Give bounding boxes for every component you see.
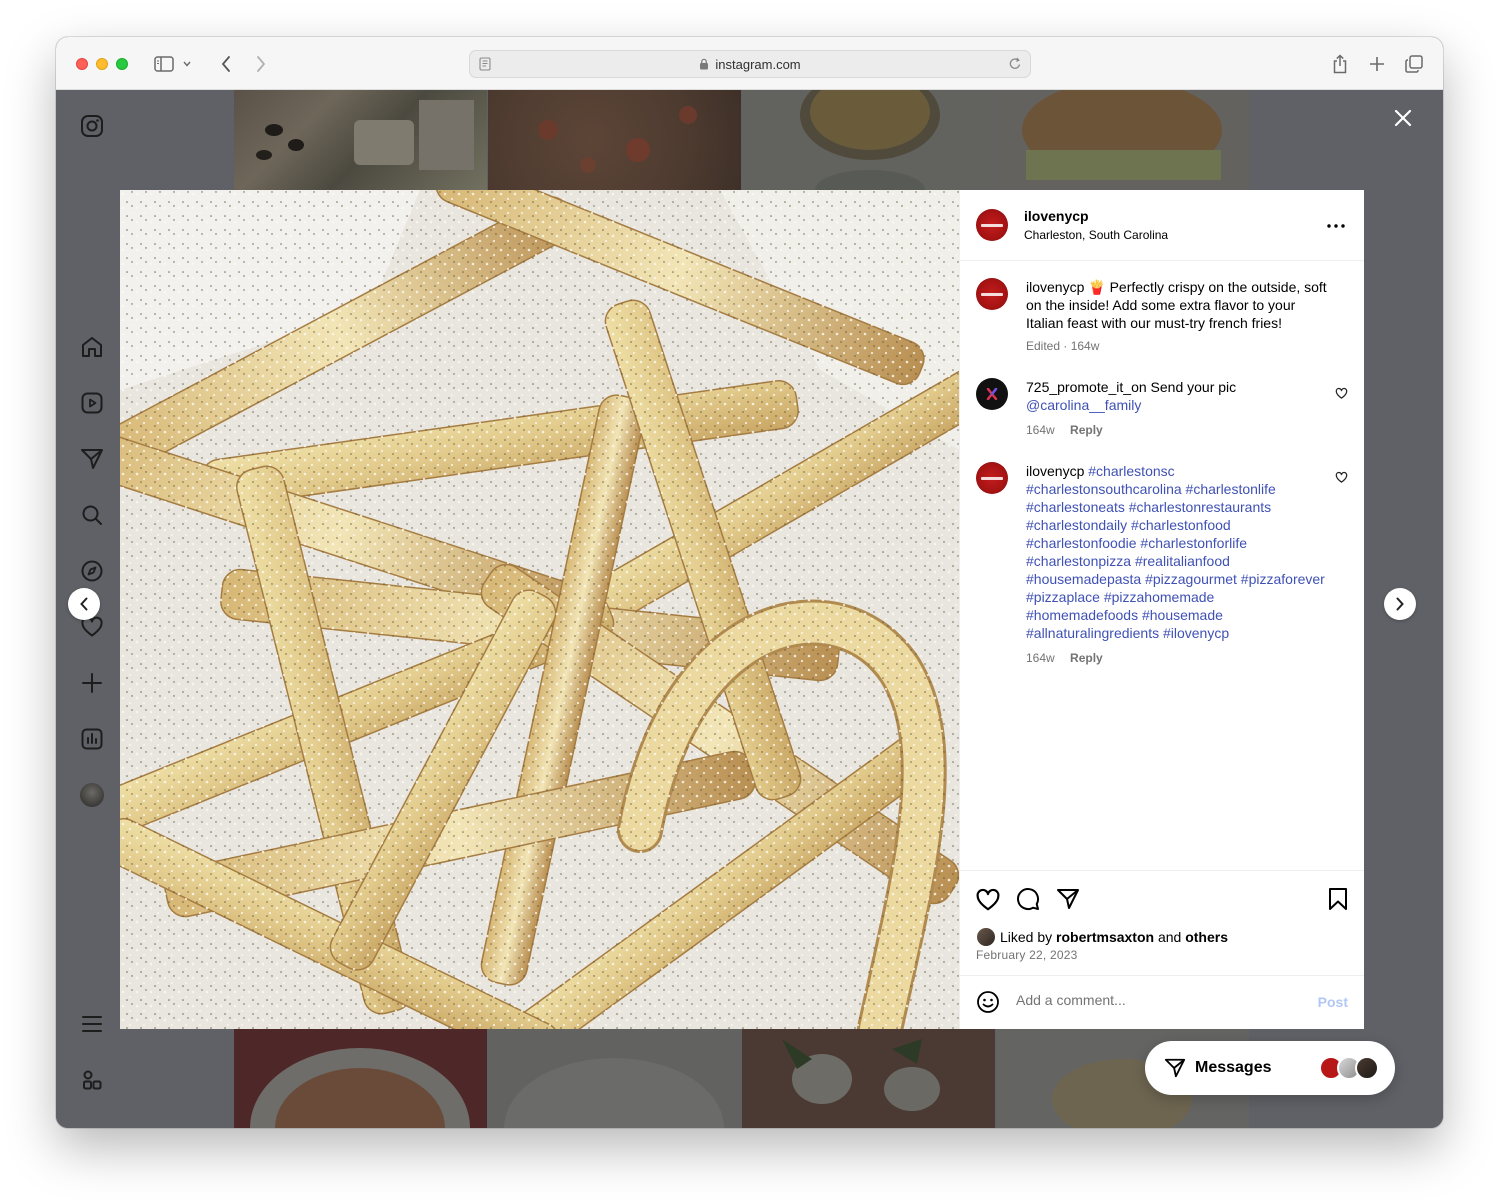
- chevron-down-icon[interactable]: [180, 52, 194, 76]
- close-window-button[interactable]: [76, 58, 88, 70]
- like-comment-heart-icon[interactable]: [1334, 386, 1348, 400]
- explore-compass-icon[interactable]: [78, 557, 106, 585]
- post-modal: ilovenycp Charleston, South Carolina ilo…: [120, 190, 1364, 1029]
- comment-age: 164w: [1026, 651, 1055, 665]
- messages-label: Messages: [1195, 1059, 1272, 1076]
- author-username[interactable]: ilovenycp: [1024, 208, 1168, 224]
- messages-send-icon: [1163, 1056, 1187, 1080]
- reply-button[interactable]: Reply: [1070, 423, 1103, 437]
- instagram-page: ilovenycp Charleston, South Carolina ilo…: [56, 90, 1443, 1128]
- lock-icon: [699, 58, 709, 70]
- address-bar[interactable]: instagram.com: [469, 50, 1031, 78]
- commenter-username[interactable]: ilovenycp: [1026, 463, 1084, 479]
- home-icon[interactable]: [78, 333, 106, 361]
- more-options-icon[interactable]: [1324, 216, 1348, 236]
- caption-username[interactable]: ilovenycp: [1026, 279, 1084, 295]
- likes-middle: and: [1157, 929, 1182, 945]
- direct-send-icon[interactable]: [78, 445, 106, 473]
- caption-meta: Edited · 164w: [1026, 339, 1100, 353]
- liker-username[interactable]: robertmsaxton: [1056, 929, 1154, 945]
- new-tab-icon[interactable]: [1365, 52, 1389, 76]
- commenter-username[interactable]: 725_promote_it_on: [1026, 379, 1147, 395]
- post-comment-button[interactable]: Post: [1318, 994, 1348, 1010]
- close-icon[interactable]: [1391, 106, 1415, 130]
- likes-prefix: Liked by: [1000, 929, 1053, 945]
- share-icon[interactable]: [1328, 52, 1352, 76]
- liker-avatar[interactable]: [976, 927, 996, 947]
- share-send-icon[interactable]: [1054, 885, 1082, 913]
- commenter-avatar[interactable]: [976, 378, 1008, 410]
- grid-post-image: [488, 1029, 741, 1128]
- instagram-logo-icon[interactable]: [78, 112, 106, 140]
- grid-post-image: [742, 90, 995, 190]
- forward-arrow-icon[interactable]: [249, 52, 273, 76]
- zoom-window-button[interactable]: [116, 58, 128, 70]
- author-avatar[interactable]: [976, 209, 1008, 241]
- emoji-smiley-icon[interactable]: [976, 990, 1000, 1014]
- sidebar-toggle-icon[interactable]: [152, 52, 176, 76]
- url-text: instagram.com: [715, 56, 801, 72]
- search-icon[interactable]: [78, 501, 106, 529]
- add-comment-bar: Post: [960, 976, 1364, 1029]
- like-comment-heart-icon[interactable]: [1334, 470, 1348, 484]
- reply-button[interactable]: Reply: [1070, 651, 1103, 665]
- comment-bubble-icon[interactable]: [1014, 885, 1042, 913]
- post-header: ilovenycp Charleston, South Carolina: [960, 190, 1364, 261]
- messages-button[interactable]: Messages: [1145, 1041, 1395, 1095]
- comment-meta: 164w Reply: [1026, 423, 1103, 437]
- post-photo-french-fries: [120, 190, 959, 1029]
- tab-overview-icon[interactable]: [1402, 52, 1426, 76]
- fries-emoji: 🍟: [1088, 279, 1106, 295]
- comment-text: ilovenycp #charlestonsc #charlestonsouth…: [1026, 462, 1326, 642]
- comment-meta: 164w Reply: [1026, 651, 1103, 665]
- caption-text: ilovenycp 🍟 Perfectly crispy on the outs…: [1026, 278, 1336, 332]
- create-plus-icon[interactable]: [78, 669, 106, 697]
- save-bookmark-icon[interactable]: [1324, 885, 1352, 913]
- comment-body: Send your pic: [1150, 379, 1237, 395]
- post-details-panel: ilovenycp Charleston, South Carolina ilo…: [959, 190, 1364, 1029]
- grid-post-image: [742, 1029, 995, 1128]
- back-arrow-icon[interactable]: [214, 52, 238, 76]
- previous-post-arrow-icon[interactable]: [68, 588, 100, 620]
- caption-author-avatar[interactable]: [976, 278, 1008, 310]
- likes-summary: Liked by robertmsaxton and others: [976, 927, 1228, 947]
- browser-window: instagram.com ilovenycp Charleston, Sout…: [56, 37, 1443, 1128]
- grid-post-image: [996, 90, 1249, 190]
- post-location[interactable]: Charleston, South Carolina: [1024, 228, 1168, 242]
- comment-age: 164w: [1026, 423, 1055, 437]
- message-avatars: [1319, 1056, 1379, 1080]
- comment-text: 725_promote_it_on Send your pic @carolin…: [1026, 378, 1336, 414]
- next-post-arrow-icon[interactable]: [1384, 588, 1416, 620]
- page-icon[interactable]: [479, 57, 491, 74]
- comment-item: 725_promote_it_on Send your pic @carolin…: [976, 378, 1348, 438]
- minimize-window-button[interactable]: [96, 58, 108, 70]
- commenter-avatar[interactable]: [976, 462, 1008, 494]
- post-date[interactable]: February 22, 2023: [976, 948, 1077, 962]
- post-caption: ilovenycp 🍟 Perfectly crispy on the outs…: [976, 278, 1348, 358]
- browser-toolbar: instagram.com: [56, 37, 1443, 90]
- comment-mention-link[interactable]: @carolina__family: [1026, 397, 1141, 413]
- message-avatar: [1355, 1056, 1379, 1080]
- profile-avatar[interactable]: [78, 781, 106, 809]
- grid-post-image: [234, 1029, 487, 1128]
- reels-icon[interactable]: [78, 389, 106, 417]
- grid-post-image: [488, 90, 741, 190]
- likes-others-link[interactable]: others: [1185, 929, 1228, 945]
- like-heart-icon[interactable]: [974, 885, 1002, 913]
- reload-icon[interactable]: [1008, 56, 1022, 75]
- grid-post-image: [234, 90, 487, 190]
- comment-item: ilovenycp #charlestonsc #charlestonsouth…: [976, 462, 1348, 672]
- comment-input[interactable]: [1016, 992, 1296, 1008]
- insights-chart-icon[interactable]: [78, 725, 106, 753]
- hashtag-links[interactable]: #charlestonsc #charlestonsouthcarolina #…: [1026, 463, 1325, 641]
- menu-hamburger-icon[interactable]: [78, 1010, 106, 1038]
- post-actions: Liked by robertmsaxton and others Februa…: [960, 870, 1364, 976]
- also-from-meta-icon[interactable]: [78, 1066, 106, 1094]
